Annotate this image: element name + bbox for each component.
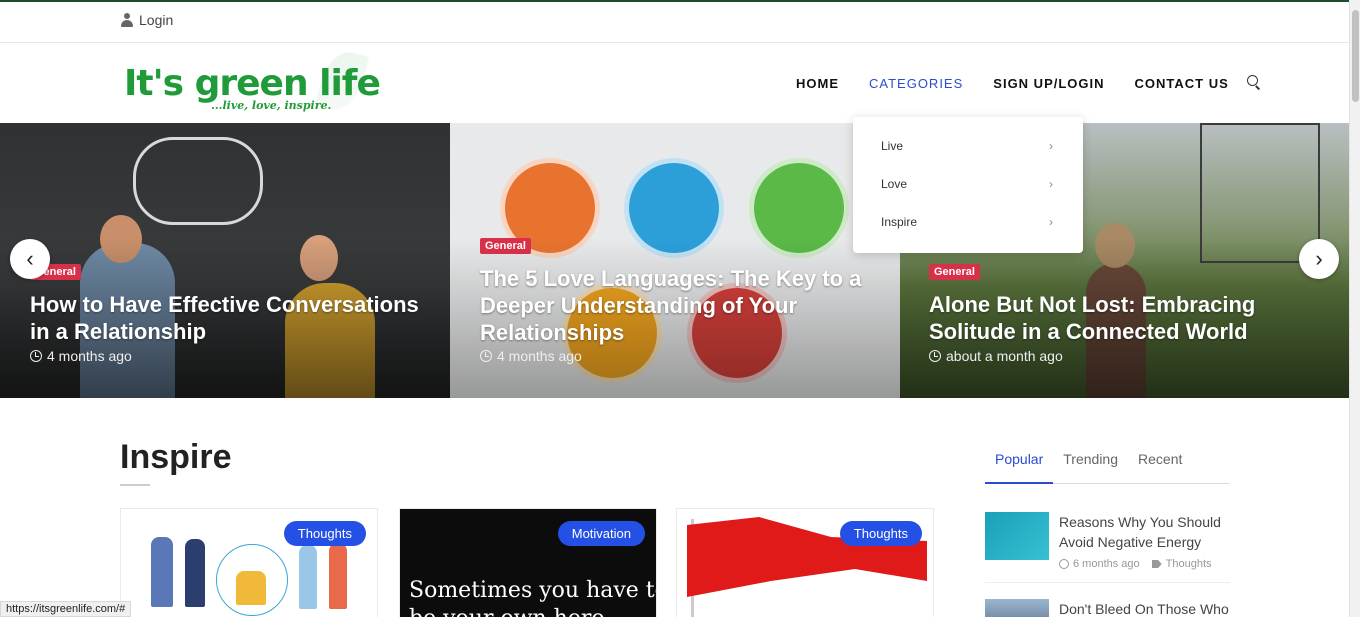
post-card[interactable]: Thoughts [676,508,934,617]
browser-status-url: https://itsgreenlife.com/# [0,601,132,617]
dropdown-item-live[interactable]: Live › [881,139,1053,153]
dropdown-item-label: Live [881,139,904,153]
slider-next-button[interactable]: › [1299,239,1339,279]
sidebar-post-category[interactable]: Thoughts [1166,558,1212,570]
logo-text: It's green life [124,63,381,104]
scrollbar-thumb[interactable] [1352,10,1359,102]
speech-bubble-drawing [133,137,263,225]
page: Login It's green life ...live, love, ins… [0,0,1360,617]
chevron-right-icon: › [1049,215,1053,229]
sidebar-post-meta: 6 months ago Thoughts [1059,558,1212,570]
illustration-figure [329,543,347,609]
page-scrollbar[interactable] [1349,0,1360,617]
card-image-text-line: Sometimes you have to [409,578,657,603]
tab-trending[interactable]: Trending [1053,445,1128,484]
search-icon[interactable] [1246,74,1261,89]
post-card[interactable]: Thoughts [120,508,378,617]
nav-signup-login[interactable]: SIGN UP/LOGIN [993,76,1104,91]
chevron-left-icon: ‹ [26,246,34,271]
featured-slider: General How to Have Effective Conversati… [0,123,1349,398]
slide-title[interactable]: The 5 Love Languages: The Key to a Deepe… [480,265,880,346]
post-card[interactable]: Sometimes you have to be your own hero M… [399,508,657,617]
chevron-right-icon: › [1315,246,1323,271]
slide-time-text: 4 months ago [47,348,132,364]
slide-time: about a month ago [929,348,1063,364]
card-image-text: Sometimes you have to be your own hero [409,577,657,617]
dropdown-item-label: Love [881,177,908,191]
site-header: It's green life ...live, love, inspire. … [0,43,1349,123]
slide-title[interactable]: Alone But Not Lost: Embracing Solitude i… [929,291,1329,345]
nav-home[interactable]: HOME [796,76,839,91]
sidebar-post-time: 6 months ago [1073,558,1140,570]
top-bar: Login [0,2,1349,43]
clock-icon [480,350,492,362]
login-label: Login [139,12,174,28]
clock-icon [1059,559,1069,569]
slide-1[interactable]: General How to Have Effective Conversati… [0,123,450,398]
clock-icon [929,350,941,362]
tag-icon [1151,560,1162,568]
slide-time: 4 months ago [30,348,132,364]
nav-contact[interactable]: CONTACT US [1135,76,1229,91]
user-icon [121,13,133,27]
categories-dropdown: Live › Love › Inspire › [853,117,1083,253]
illustration-figure [236,571,266,605]
dropdown-item-label: Inspire [881,215,918,229]
chevron-right-icon: › [1049,139,1053,153]
slide-time: 4 months ago [480,348,582,364]
divider [985,582,1230,583]
illustration-figure [299,545,317,609]
dropdown-item-love[interactable]: Love › [881,177,1053,191]
dropdown-item-inspire[interactable]: Inspire › [881,215,1053,229]
clock-icon [30,350,42,362]
post-thumbnail[interactable] [985,512,1049,560]
tab-recent[interactable]: Recent [1128,445,1192,484]
slide-title[interactable]: How to Have Effective Conversations in a… [30,291,430,345]
slide-category-badge[interactable]: General [929,264,980,280]
section-title: Inspire [120,438,232,476]
section-title-underline [120,484,150,486]
slide-2[interactable]: General The 5 Love Languages: The Key to… [450,123,900,398]
illustration-figure [151,537,173,607]
card-image-text-line: be your own hero [409,605,656,617]
site-logo[interactable]: It's green life ...live, love, inspire. [124,46,381,116]
main-nav: HOME CATEGORIES SIGN UP/LOGIN CONTACT US [796,74,1261,91]
tab-popular[interactable]: Popular [985,445,1054,484]
slider-prev-button[interactable]: ‹ [10,239,50,279]
slide-time-text: about a month ago [946,348,1063,364]
login-link[interactable]: Login [121,12,173,28]
nav-categories[interactable]: CATEGORIES [869,76,963,91]
post-thumbnail[interactable] [985,599,1049,617]
slide-category-badge[interactable]: General [480,238,531,254]
illustration-figure [185,539,205,607]
card-category-tag[interactable]: Motivation [557,521,645,546]
sidebar-post-title[interactable]: Don't Bleed On Those Who [1059,599,1234,617]
logo-tagline: ...live, love, inspire. [211,99,332,112]
sidebar-tabs: Popular Trending Recent [985,445,1230,484]
slide-time-text: 4 months ago [497,348,582,364]
chevron-right-icon: › [1049,177,1053,191]
card-category-tag[interactable]: Thoughts [839,521,922,546]
sidebar-post-title[interactable]: Reasons Why You Should Avoid Negative En… [1059,512,1234,552]
card-category-tag[interactable]: Thoughts [283,521,366,546]
